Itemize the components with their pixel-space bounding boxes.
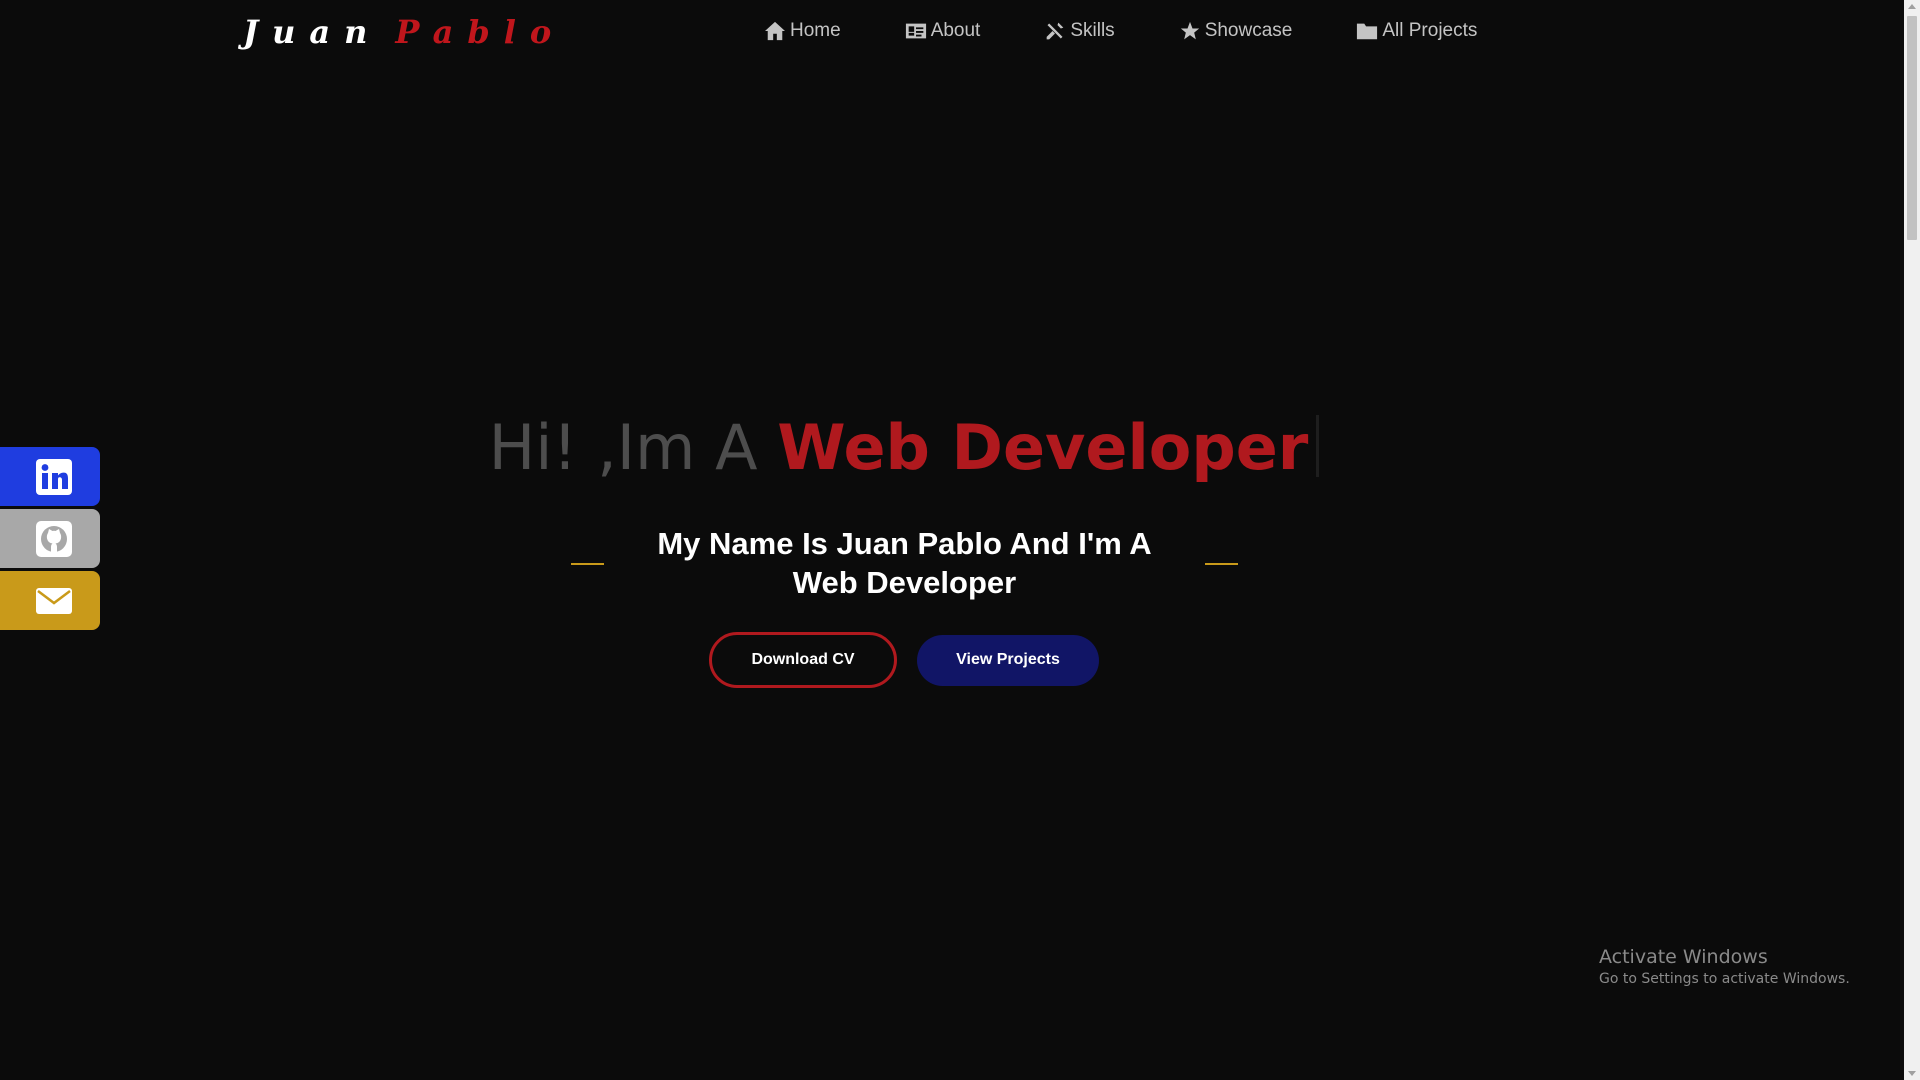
typing-cursor	[1316, 415, 1320, 477]
view-projects-button[interactable]: View Projects	[917, 634, 1099, 686]
windows-activation-watermark: Activate Windows Go to Settings to activ…	[1599, 944, 1850, 988]
subtitle-row: My Name Is Juan Pablo And I'm A Web Deve…	[571, 524, 1238, 604]
download-cv-button[interactable]: Download CV	[709, 632, 897, 688]
nav-item-skills[interactable]: Skills	[1044, 20, 1115, 42]
nav-label: Skills	[1070, 20, 1115, 41]
hero-greeting: Hi! ,Im A	[488, 411, 758, 484]
nav-label: All Projects	[1382, 20, 1478, 41]
logo-last-name: Pablo	[395, 13, 566, 51]
scrollbar-thumb[interactable]	[1907, 16, 1917, 240]
left-divider	[571, 563, 604, 565]
star-icon	[1180, 21, 1199, 40]
nav-label: About	[930, 20, 981, 41]
tools-icon	[1047, 22, 1064, 40]
nav-item-about[interactable]: About	[905, 20, 981, 42]
right-divider	[1205, 563, 1238, 565]
watermark-title: Activate Windows	[1599, 946, 1768, 968]
nav-item-home[interactable]: Home	[764, 20, 841, 42]
nav-label: Home	[790, 20, 841, 41]
github-icon	[36, 520, 72, 557]
nav-item-all-projects[interactable]: All Projects	[1356, 20, 1477, 42]
scroll-up-icon[interactable]	[1908, 4, 1916, 9]
nav-item-showcase[interactable]: Showcase	[1179, 20, 1293, 42]
envelope-icon	[36, 587, 72, 614]
github-button[interactable]	[0, 509, 100, 568]
nav-label: Showcase	[1204, 20, 1293, 41]
hero-role: Web Developer	[777, 411, 1309, 484]
vertical-scrollbar[interactable]	[1904, 0, 1920, 1080]
logo-first-name: Juan	[243, 13, 382, 51]
hero-heading: Hi! ,Im A Web Developer	[0, 408, 1808, 488]
home-icon	[765, 21, 785, 41]
hero-actions: Download CV View Projects	[709, 632, 1099, 688]
id-card-icon	[905, 23, 926, 39]
folder-icon	[1357, 23, 1378, 40]
watermark-subtitle: Go to Settings to activate Windows.	[1599, 971, 1850, 987]
logo[interactable]: Juan Pablo	[243, 10, 565, 54]
scroll-down-icon[interactable]	[1908, 1071, 1916, 1076]
page: Juan Pablo Home About Skills Showcase All…	[0, 0, 1920, 1080]
email-button[interactable]	[0, 571, 100, 630]
main-nav: Home About Skills Showcase All Projects	[764, 14, 1477, 48]
hero-subtitle: My Name Is Juan Pablo And I'm A Web Deve…	[657, 526, 1152, 600]
